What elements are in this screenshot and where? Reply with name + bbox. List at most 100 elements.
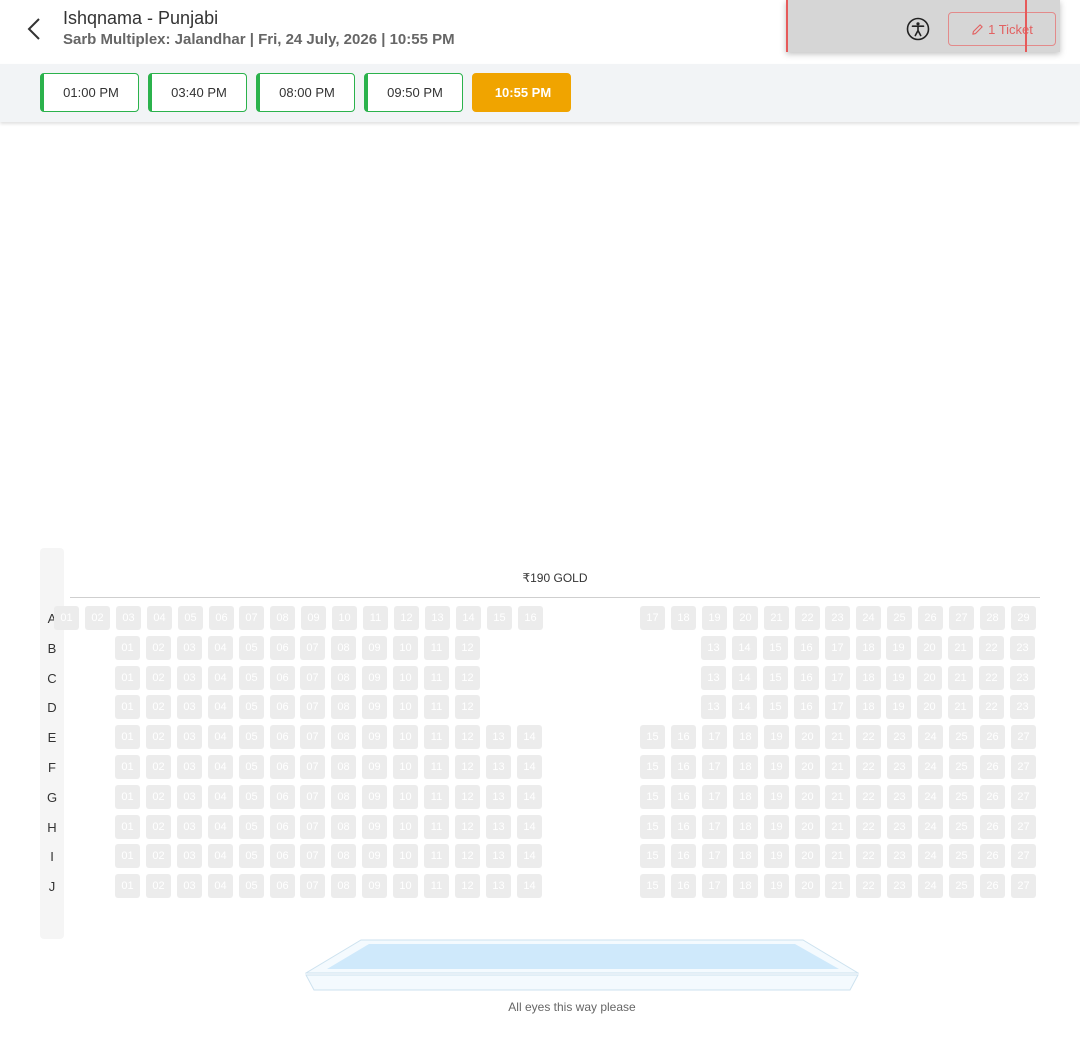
seat: 21: [825, 725, 850, 749]
showtime-button[interactable]: 08:00 PM: [256, 73, 355, 112]
seat: 14: [517, 874, 542, 898]
row-label: C: [47, 671, 57, 686]
seat: 11: [424, 874, 449, 898]
seat: 23: [1010, 666, 1035, 690]
showtime-button-selected[interactable]: 10:55 PM: [472, 73, 571, 112]
seat: 20: [795, 725, 820, 749]
seat: 23: [887, 844, 912, 868]
seat: 16: [671, 725, 696, 749]
seat: 01: [115, 755, 140, 779]
seat: 16: [518, 606, 543, 630]
seat: 05: [178, 606, 203, 630]
seat: 13: [701, 636, 726, 660]
seat: 05: [239, 666, 264, 690]
seat: 02: [146, 815, 171, 839]
seat: 03: [116, 606, 141, 630]
seat: 06: [270, 755, 295, 779]
seat: 15: [640, 844, 665, 868]
seat: 04: [208, 874, 233, 898]
seat: 25: [949, 874, 974, 898]
seat: 12: [455, 874, 480, 898]
seat: 27: [1011, 725, 1036, 749]
seat: 15: [763, 695, 788, 719]
seat: 26: [980, 874, 1005, 898]
seat: 01: [115, 874, 140, 898]
seat: 27: [1011, 844, 1036, 868]
seat: 24: [918, 844, 943, 868]
seat: 12: [455, 785, 480, 809]
showtime-button[interactable]: 03:40 PM: [148, 73, 247, 112]
seat: 08: [331, 725, 356, 749]
seat: 12: [455, 844, 480, 868]
seat: 15: [640, 785, 665, 809]
seat: 11: [424, 636, 449, 660]
seat: 16: [671, 874, 696, 898]
seat: 09: [362, 785, 387, 809]
seat: 23: [887, 815, 912, 839]
seat: 18: [733, 874, 758, 898]
seat: 05: [239, 785, 264, 809]
seat: 28: [980, 606, 1005, 630]
row-label: H: [47, 820, 57, 835]
seat: 08: [331, 844, 356, 868]
seat: 02: [146, 755, 171, 779]
seat: 06: [270, 695, 295, 719]
seat: 02: [146, 636, 171, 660]
showtime-button[interactable]: 09:50 PM: [364, 73, 463, 112]
ticket-count-button[interactable]: 1 Ticket: [948, 12, 1056, 46]
seat: 18: [671, 606, 696, 630]
seat: 22: [979, 695, 1004, 719]
seat: 20: [917, 666, 942, 690]
seat: 12: [394, 606, 419, 630]
showtime-bar: 01:00 PM 03:40 PM 08:00 PM 09:50 PM 10:5…: [0, 64, 1080, 122]
seat: 17: [640, 606, 665, 630]
seat: 24: [856, 606, 881, 630]
seat: 02: [146, 785, 171, 809]
seat: 19: [764, 755, 789, 779]
seat: 17: [825, 636, 850, 660]
seat: 04: [208, 844, 233, 868]
seat: 03: [177, 755, 202, 779]
accessibility-icon[interactable]: [906, 17, 930, 41]
seat: 02: [146, 666, 171, 690]
seat: 14: [517, 785, 542, 809]
seat: 23: [887, 785, 912, 809]
seat: 17: [702, 785, 727, 809]
seat: 01: [115, 695, 140, 719]
seat: 11: [363, 606, 388, 630]
seat: 01: [115, 785, 140, 809]
seat: 03: [177, 844, 202, 868]
seat: 26: [980, 725, 1005, 749]
seat: 08: [331, 785, 356, 809]
seat: 21: [948, 636, 973, 660]
seat: 10: [393, 785, 418, 809]
seat: 18: [733, 785, 758, 809]
seat: 16: [794, 695, 819, 719]
seat: 21: [825, 844, 850, 868]
seat: 22: [856, 785, 881, 809]
seat: 12: [455, 666, 480, 690]
seat: 04: [208, 755, 233, 779]
seat: 24: [918, 725, 943, 749]
seat: 19: [764, 874, 789, 898]
row-label: F: [48, 760, 56, 775]
showtime-button[interactable]: 01:00 PM: [40, 73, 139, 112]
seat: 20: [795, 844, 820, 868]
seat: 18: [733, 725, 758, 749]
seat: 17: [702, 874, 727, 898]
seat: 21: [825, 874, 850, 898]
seat: 10: [393, 874, 418, 898]
seat: 09: [362, 695, 387, 719]
seat: 04: [208, 785, 233, 809]
chevron-left-icon[interactable]: [22, 14, 48, 44]
seat: 02: [146, 844, 171, 868]
seat: 15: [640, 874, 665, 898]
seat: 16: [671, 785, 696, 809]
seat: 12: [455, 725, 480, 749]
seat: 12: [455, 695, 480, 719]
seat: 05: [239, 844, 264, 868]
seat: 29: [1011, 606, 1036, 630]
seat: 23: [887, 874, 912, 898]
seat: 18: [856, 636, 881, 660]
screen-graphic: [305, 939, 859, 991]
